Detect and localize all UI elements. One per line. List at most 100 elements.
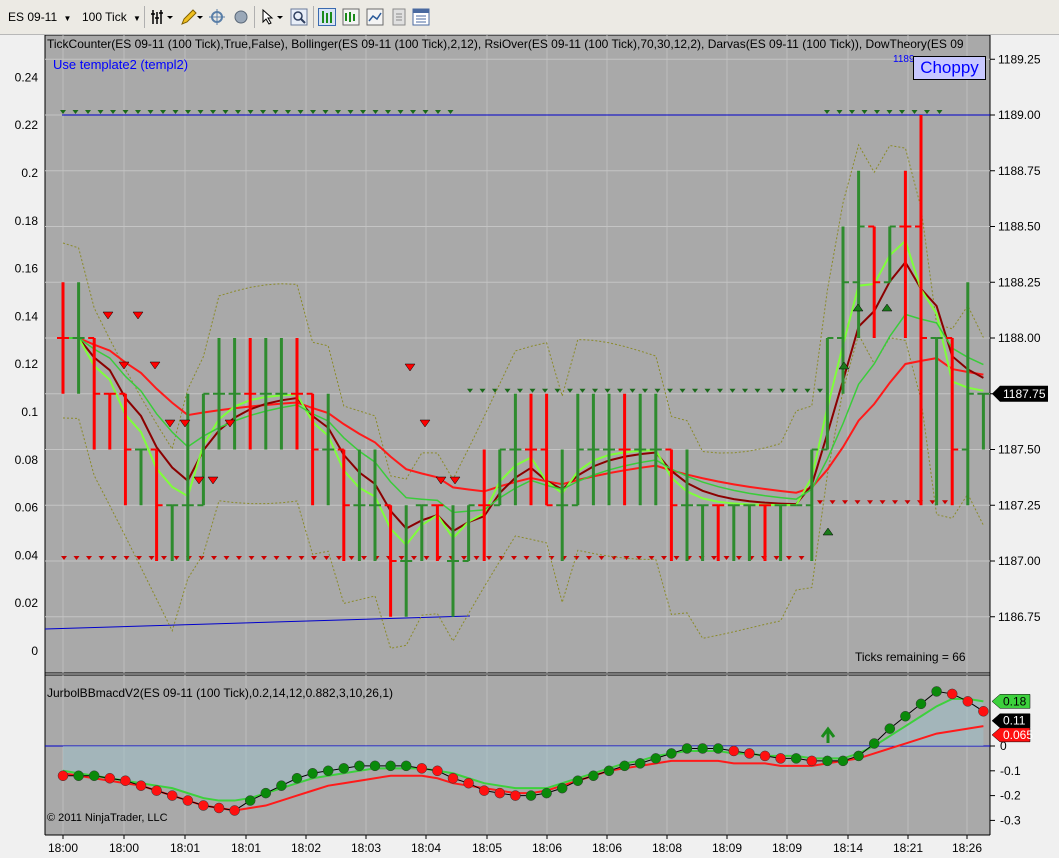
macd-dot (478, 785, 490, 796)
copyright-label: © 2011 NinjaTrader, LLC (47, 812, 168, 824)
macd-dot (88, 770, 100, 782)
macd-indicator-title: JurbolBBmacdV2(ES 09-11 (100 Tick),0.2,1… (47, 686, 393, 700)
macd-dot (946, 688, 958, 700)
left-axis-label: 0.02 (15, 596, 39, 610)
macd-dot (229, 805, 240, 816)
macd-dot (291, 772, 303, 784)
price-axis-label: 1187.50 (998, 443, 1041, 457)
price-axis-label: 1189.25 (998, 52, 1041, 66)
macd-value-label: 0.11 (1003, 714, 1026, 728)
ticks-remaining: Ticks remaining = 66 (855, 650, 966, 664)
chart-style-icon[interactable] (318, 8, 336, 26)
macd-dot (385, 760, 396, 772)
properties-icon[interactable] (412, 8, 430, 26)
macd-dot (868, 738, 880, 749)
cursor-icon[interactable] (260, 8, 283, 26)
macd-dot (494, 787, 506, 799)
left-axis-label: 0.2 (21, 166, 38, 180)
macd-value-label: 0.065 (1003, 728, 1033, 742)
last-price-label: 1187.75 (1003, 387, 1046, 401)
price-axis-label: 1187.25 (998, 498, 1041, 512)
macd-dot (712, 743, 724, 754)
macd-dot (900, 710, 911, 722)
left-axis-label: 0.1 (21, 405, 38, 419)
macd-dot (510, 790, 521, 801)
chevron-down-icon: ▼ (133, 14, 141, 23)
macd-axis-label: -0.1 (1000, 764, 1021, 778)
magnet-icon[interactable] (232, 8, 250, 26)
time-axis-label: 18:00 (48, 841, 78, 855)
macd-dot (728, 745, 740, 757)
macd-dot (603, 765, 615, 777)
chart-toolbar: ES 09-11 ▼ 100 Tick ▼ (0, 0, 1059, 35)
macd-dot (853, 750, 864, 762)
macd-dot (978, 706, 989, 717)
macd-dot (525, 790, 537, 801)
macd-dot (556, 782, 568, 794)
time-axis-label: 18:26 (952, 841, 982, 855)
macd-dot (541, 787, 552, 799)
macd-dot (104, 772, 116, 784)
bar-style-icon[interactable] (150, 8, 173, 26)
time-axis-label: 18:02 (291, 841, 321, 855)
macd-dot (790, 753, 802, 764)
left-axis-label: 0.24 (15, 70, 39, 84)
chart-area[interactable]: 1189.25 1189.00 1188.75 1188.50 1188.25 1188.… (0, 34, 1059, 855)
chevron-down-icon: ▼ (63, 14, 72, 23)
pencil-icon[interactable] (180, 8, 203, 26)
macd-dot (744, 748, 755, 759)
price-axis-label: 1186.75 (998, 610, 1041, 624)
crosshair-icon[interactable] (208, 8, 226, 26)
time-axis-label: 18:06 (592, 841, 622, 855)
macd-dot (572, 775, 584, 786)
macd-axis-label: -0.3 (1000, 813, 1021, 827)
macd-dot (775, 753, 786, 764)
time-axis-label: 18:06 (532, 841, 562, 855)
left-axis-label: 0.08 (15, 453, 39, 467)
macd-dot (260, 787, 272, 799)
macd-dot (73, 770, 84, 782)
macd-dot (338, 763, 350, 774)
chart-canvas[interactable]: 1189.25 1189.00 1188.75 1188.50 1188.25 1188.… (0, 34, 1059, 855)
price-axis-label: 1188.00 (998, 331, 1041, 345)
interval-selector[interactable]: 100 Tick ▼ (82, 7, 141, 27)
interval-label: 100 Tick (82, 10, 127, 24)
strategy-icon[interactable] (366, 8, 384, 26)
price-indicator-title: TickCounter(ES 09-11 (100 Tick),True,Fal… (47, 37, 964, 51)
left-axis-label: 0.16 (15, 262, 39, 276)
time-axis-label: 18:09 (772, 841, 802, 855)
badge-sub-value: 1189 (893, 54, 915, 65)
price-axis-label: 1188.50 (998, 220, 1041, 234)
toolbar-separator (313, 6, 314, 28)
market-state-badge: Choppy (913, 56, 986, 80)
left-axis-label: 0.06 (15, 501, 39, 515)
macd-axis-label: -0.2 (1000, 789, 1021, 803)
macd-value-label: 0.18 (1003, 694, 1027, 708)
macd-dot (369, 760, 381, 772)
left-axis-label: 0.22 (15, 118, 39, 132)
macd-dot (588, 770, 599, 782)
data-box-icon[interactable] (390, 8, 408, 26)
macd-dot (915, 698, 927, 710)
macd-dot (822, 755, 833, 767)
macd-dot (884, 723, 896, 734)
macd-dot (276, 780, 287, 791)
macd-dot (962, 696, 974, 707)
macd-dot (213, 802, 225, 814)
macd-dot (463, 777, 474, 789)
macd-dot (400, 760, 412, 772)
time-axis-label: 18:03 (351, 841, 381, 855)
macd-dot (759, 750, 771, 762)
zoom-icon[interactable] (290, 8, 308, 26)
macd-dot (650, 753, 662, 764)
indicators-icon[interactable] (342, 8, 360, 26)
macd-dot (135, 780, 147, 791)
macd-dot (666, 748, 677, 759)
macd-dot (432, 765, 443, 777)
macd-dot (837, 755, 849, 767)
price-axis-label: 1189.00 (998, 108, 1041, 122)
time-axis-label: 18:21 (893, 841, 923, 855)
macd-dot (166, 790, 178, 801)
instrument-selector[interactable]: ES 09-11 ▼ (8, 7, 71, 27)
macd-dot (931, 686, 942, 697)
